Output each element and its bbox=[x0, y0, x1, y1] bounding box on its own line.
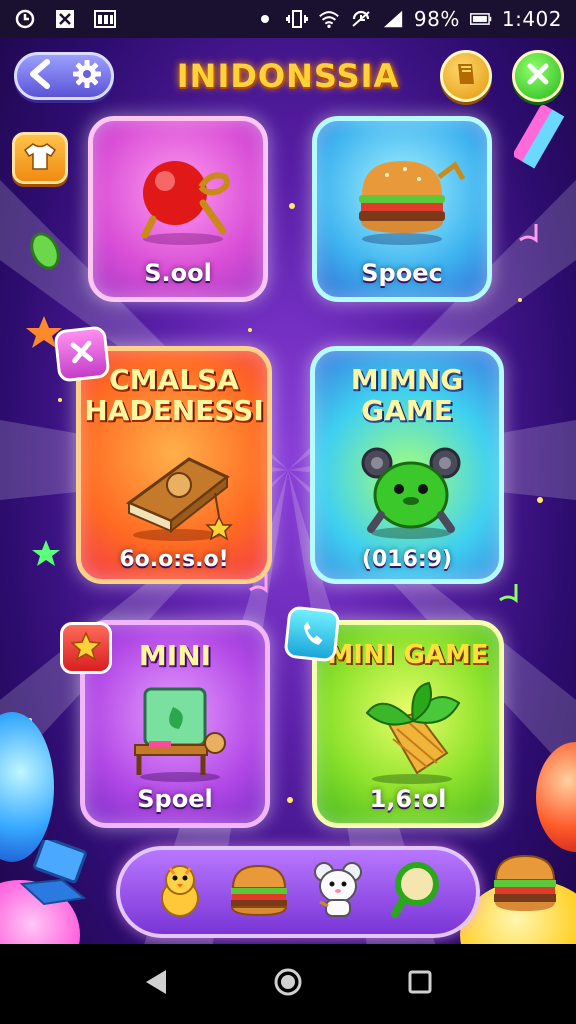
card-3-label: 6o.o:s.o! bbox=[119, 547, 229, 572]
chick-icon bbox=[152, 860, 208, 924]
blue-orb-decoration bbox=[0, 712, 54, 862]
system-nav-bar bbox=[0, 944, 576, 1024]
card-6-label: 1,6:ol bbox=[369, 785, 447, 813]
star-icon bbox=[70, 631, 102, 665]
card-4-title-line-2: GAME bbox=[361, 393, 453, 427]
back-settings-pill[interactable] bbox=[14, 52, 114, 100]
clock-time: 1:402 bbox=[501, 7, 562, 31]
game-card-1[interactable]: S.ool bbox=[88, 116, 268, 302]
game-card-3[interactable]: CMALSA HADENESSI 6o.o:s.o! bbox=[76, 346, 272, 584]
wifi-icon bbox=[318, 8, 340, 30]
green-critter-icon bbox=[353, 437, 473, 547]
card-4-title: MIMNG GAME bbox=[315, 363, 499, 427]
burger-decoration bbox=[490, 852, 560, 918]
x-app-icon bbox=[54, 8, 76, 30]
close-button[interactable] bbox=[512, 50, 564, 102]
tray-item-burger[interactable] bbox=[229, 861, 289, 923]
leaf-icon bbox=[357, 681, 467, 789]
home-circle-icon bbox=[273, 967, 303, 1001]
coin-decoration bbox=[28, 230, 62, 276]
back-arrow-icon[interactable] bbox=[27, 59, 53, 93]
tablet-icon bbox=[125, 683, 235, 787]
calendar-app-icon bbox=[94, 8, 116, 30]
signal-icon bbox=[382, 8, 404, 30]
card-2-label: Spoec bbox=[361, 259, 443, 287]
card-3-title: CMALSA HADENESSI bbox=[81, 364, 267, 427]
favorite-badge[interactable] bbox=[60, 622, 112, 674]
remove-badge[interactable] bbox=[53, 325, 111, 383]
alarm-icon bbox=[350, 8, 372, 30]
trophy-button[interactable] bbox=[440, 50, 492, 102]
top-bar: INIDONSSIA bbox=[0, 44, 576, 108]
nav-home-button[interactable] bbox=[268, 964, 308, 1004]
card-5-label: Spoel bbox=[137, 785, 213, 813]
game-screen: 98% 1:402 INIDONSSIA S.ool Spoec CMALSA … bbox=[0, 0, 576, 1024]
page-title: INIDONSSIA bbox=[176, 57, 400, 95]
close-icon bbox=[68, 338, 97, 371]
battery-percent: 98% bbox=[413, 7, 460, 31]
card-5-title: MINI bbox=[138, 639, 212, 672]
shirt-icon bbox=[23, 141, 57, 175]
nav-back-button[interactable] bbox=[136, 964, 176, 1004]
phone-badge[interactable] bbox=[283, 605, 341, 663]
card-4-label: (016:9) bbox=[361, 547, 453, 572]
tray-item-chick[interactable] bbox=[150, 861, 210, 923]
crayon-decoration bbox=[513, 100, 576, 184]
card-6-title: MINI GAME bbox=[327, 640, 489, 670]
burger-icon bbox=[347, 147, 467, 251]
shirt-button[interactable] bbox=[12, 132, 68, 184]
gear-icon[interactable] bbox=[72, 59, 102, 93]
status-bar: 98% 1:402 bbox=[0, 0, 576, 38]
tray-item-magnifier[interactable] bbox=[387, 861, 447, 923]
phone-icon bbox=[296, 617, 327, 652]
game-card-2[interactable]: Spoec bbox=[312, 116, 492, 302]
close-icon bbox=[525, 61, 551, 91]
vibrate-icon bbox=[285, 8, 308, 30]
book-icon bbox=[452, 60, 480, 92]
magnifier-icon bbox=[389, 860, 445, 924]
burger-icon bbox=[227, 862, 291, 922]
game-card-6[interactable]: MINI GAME 1,6:ol bbox=[312, 620, 504, 828]
card-4-title-line-1: MIMNG bbox=[350, 363, 464, 396]
laptop-decoration bbox=[18, 836, 92, 912]
battery-icon bbox=[469, 8, 492, 30]
clock-app-icon bbox=[14, 8, 36, 30]
bottom-tray bbox=[116, 846, 480, 938]
red-ball-icon bbox=[123, 147, 243, 251]
mouse-icon bbox=[310, 860, 366, 924]
nav-recents-button[interactable] bbox=[400, 964, 440, 1004]
book-icon bbox=[119, 443, 239, 547]
card-3-title-line-2: HADENESSI bbox=[84, 393, 264, 427]
game-card-4[interactable]: MIMNG GAME (016:9) bbox=[310, 346, 504, 584]
recents-square-icon bbox=[407, 969, 433, 999]
notification-dot-icon bbox=[254, 8, 276, 30]
tray-item-mouse[interactable] bbox=[308, 861, 368, 923]
card-1-label: S.ool bbox=[144, 259, 212, 287]
back-triangle-icon bbox=[144, 968, 168, 1000]
red-orb-decoration bbox=[536, 742, 576, 852]
